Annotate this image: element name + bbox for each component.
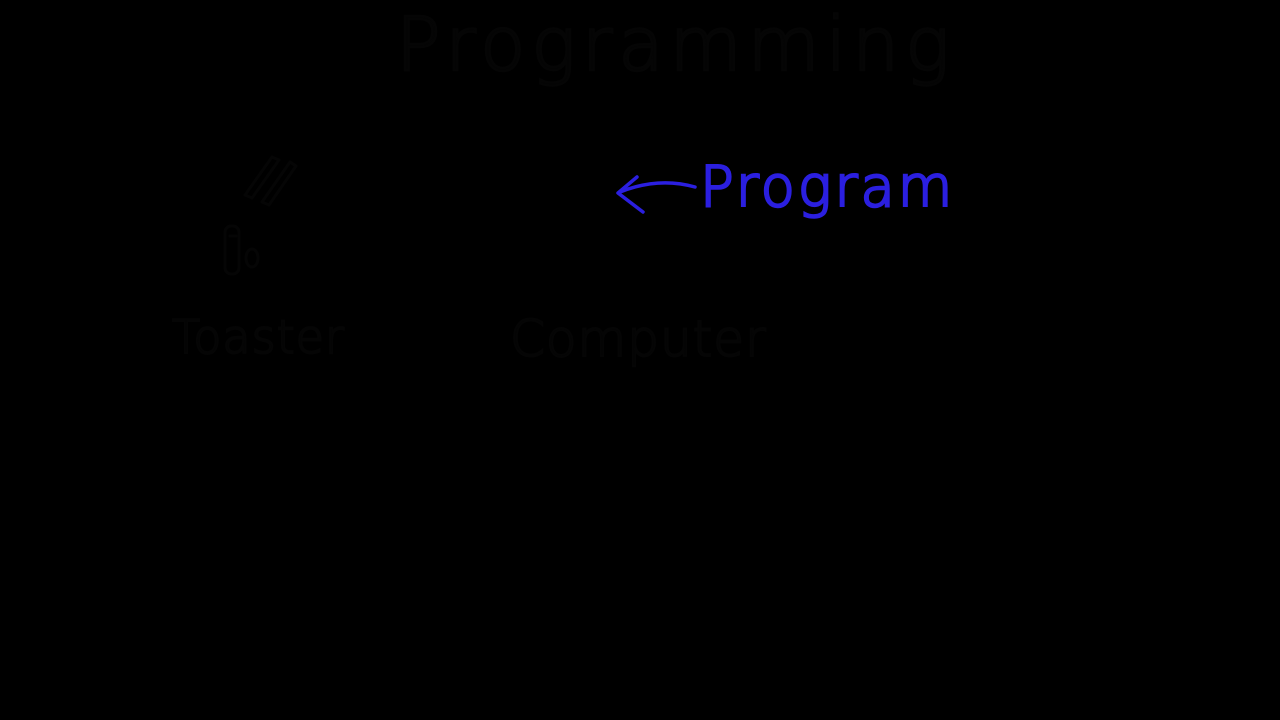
toaster-sketch-icon (223, 155, 298, 276)
computer-label: Computer (509, 310, 767, 368)
program-label: Program (699, 155, 956, 220)
whiteboard-canvas: Programming Program Toaster Computer (0, 0, 1280, 720)
left-arrow-icon (616, 175, 697, 214)
page-title: Programming (395, 2, 956, 88)
toaster-label: Toaster (171, 310, 345, 364)
